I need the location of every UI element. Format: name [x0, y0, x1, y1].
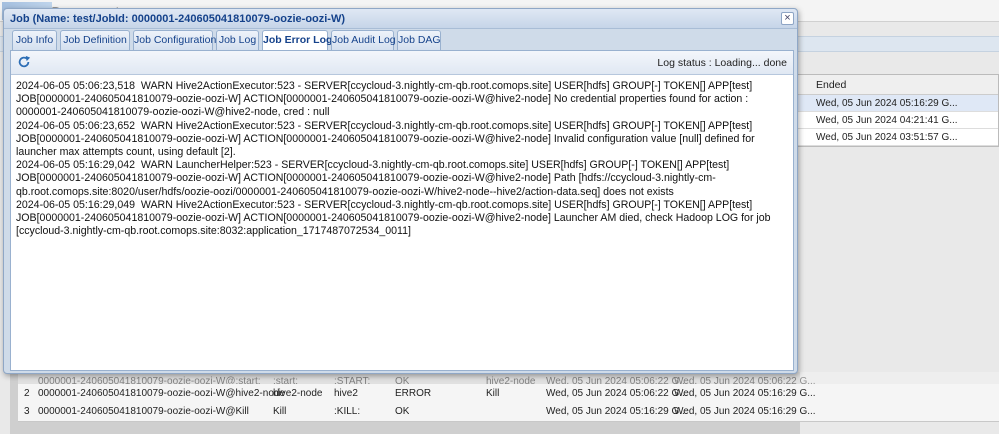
- background-actions-table: 0000001-240605041810079-oozie-oozi-W@:st…: [10, 372, 999, 434]
- action-name: 0000001-240605041810079-oozie-oozi-W@Kil…: [38, 406, 249, 417]
- table-cell-ended[interactable]: Wed, 05 Jun 2024 03:51:57 G...: [798, 129, 998, 146]
- tab-job-audit-log[interactable]: Job Audit Log: [331, 30, 396, 50]
- action-status: ERROR: [395, 388, 432, 399]
- action-transition: hive2: [334, 388, 358, 399]
- tab-job-dag[interactable]: Job DAG: [397, 30, 441, 50]
- log-entry: 2024-06-05 05:16:29,042 WARN LauncherHel…: [16, 159, 733, 198]
- tab-job-definition[interactable]: Job Definition: [60, 30, 130, 50]
- action-started: Wed, 05 Jun 2024 05:16:29 G...: [546, 406, 688, 417]
- dialog-title: Job (Name: test/JobId: 0000001-240605041…: [10, 13, 346, 25]
- log-entry: 2024-06-05 05:06:23,652 WARN Hive2Action…: [16, 119, 758, 159]
- action-ended: Wed, 05 Jun 2024 05:16:29 G...: [674, 388, 816, 399]
- dialog-title-bar[interactable]: Job (Name: test/JobId: 0000001-240605041…: [4, 9, 797, 29]
- close-icon[interactable]: ×: [781, 12, 794, 25]
- log-toolbar: Log status : Loading... done: [11, 51, 793, 75]
- job-tabs: Job Info Job Definition Job Configuratio…: [10, 30, 794, 51]
- action-started: Wed, 05 Jun 2024 05:06:22 G...: [546, 388, 688, 399]
- column-header-ended[interactable]: Ended: [798, 75, 998, 95]
- action-transition: :KILL:: [334, 406, 361, 417]
- action-status: OK: [395, 406, 410, 417]
- refresh-icon[interactable]: [17, 55, 31, 69]
- tab-job-log[interactable]: Job Log: [216, 30, 259, 50]
- row-number: 2: [24, 388, 30, 399]
- table-row[interactable]: 2 0000001-240605041810079-oozie-oozi-W@h…: [18, 384, 999, 404]
- action-type: hive2-node: [273, 388, 323, 399]
- job-details-dialog: Job (Name: test/JobId: 0000001-240605041…: [3, 8, 798, 374]
- action-ext-status: Kill: [486, 388, 500, 399]
- row-number: 3: [24, 406, 30, 417]
- error-log-panel: Log status : Loading... done 2024-06-05 …: [10, 50, 794, 371]
- action-type: Kill: [273, 406, 287, 417]
- table-row[interactable]: 3 0000001-240605041810079-oozie-oozi-W@K…: [18, 402, 999, 422]
- log-entry: 2024-06-05 05:06:23,518 WARN Hive2Action…: [16, 80, 756, 119]
- table-cell-ended[interactable]: Wed, 05 Jun 2024 04:21:41 G...: [798, 112, 998, 129]
- tab-job-configuration[interactable]: Job Configuration: [133, 30, 216, 50]
- tab-job-info[interactable]: Job Info: [12, 30, 57, 50]
- table-cell-ended[interactable]: Wed, 05 Jun 2024 05:16:29 G...: [798, 95, 998, 112]
- action-ended: Wed, 05 Jun 2024 05:16:29 G...: [674, 406, 816, 417]
- action-name: 0000001-240605041810079-oozie-oozi-W@hiv…: [38, 388, 285, 399]
- tab-job-error-log[interactable]: Job Error Log: [262, 30, 332, 51]
- log-entry: 2024-06-05 05:16:29,049 WARN Hive2Action…: [16, 198, 774, 238]
- background-jobs-table: Ended Wed, 05 Jun 2024 05:16:29 G... Wed…: [797, 74, 999, 147]
- log-status-text: Log status : Loading... done: [657, 57, 787, 69]
- log-content[interactable]: 2024-06-05 05:06:23,518 WARN Hive2Action…: [11, 76, 793, 371]
